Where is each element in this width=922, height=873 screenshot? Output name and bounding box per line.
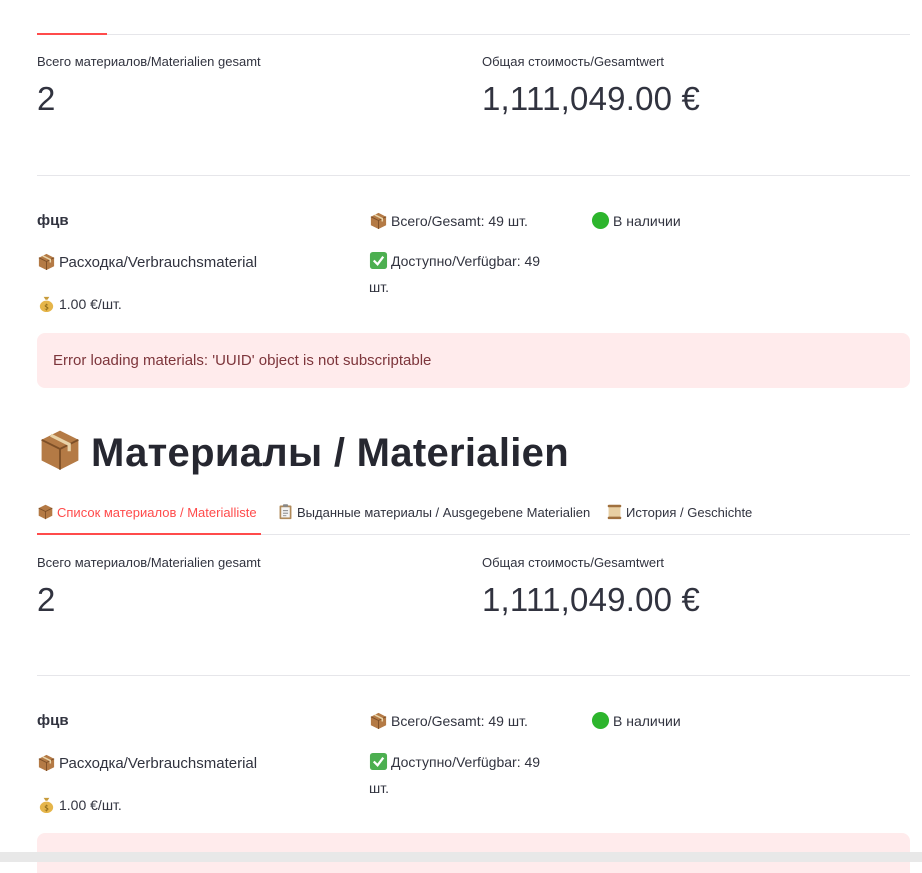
clipboard-icon [277,503,294,520]
package-icon [37,753,56,772]
metric-cost-label: Общая стоимость/Gesamtwert [482,54,665,69]
material-name: фцв [37,712,69,729]
svg-text:$: $ [44,804,49,813]
horizontal-scrollbar[interactable] [0,852,922,862]
package-icon [37,252,56,271]
material-status: В наличии [591,711,681,730]
error-message: Error loading materials: 'UUID' object i… [53,352,432,369]
page-title: Материалы / Materialien [37,426,569,476]
error-alert: Error loading materials: 'UUID' object i… [37,333,910,388]
material-total: Всего/Gesamt: 49 шт. [369,211,528,230]
material-category: Расходка/Verbrauchsmaterial [37,252,257,271]
material-price: $1.00 €/шт. [37,294,122,313]
check-mark-icon [369,752,388,771]
tab-divider [37,34,910,35]
metric-cost-value: 1,111,049.00 € [482,80,701,117]
money-bag-icon: $ [37,294,56,313]
green-circle-icon [591,211,610,230]
active-tab-underline [37,533,261,535]
material-category: Расходка/Verbrauchsmaterial [37,753,257,772]
tab-issued-materials[interactable]: Выданные материалы / Ausgegebene Materia… [277,503,590,520]
green-circle-icon [591,711,610,730]
package-icon [37,426,83,472]
svg-text:$: $ [44,303,49,312]
metric-cost-value: 1,111,049.00 € [482,581,701,618]
package-icon [369,211,388,230]
metric-total-label: Всего материалов/Materialien gesamt [37,555,261,570]
material-price: $1.00 €/шт. [37,795,122,814]
material-available: Доступно/Verfügbar: 49 шт. [369,752,541,796]
material-name: фцв [37,212,69,229]
metric-total-label: Всего материалов/Materialien gesamt [37,54,261,69]
material-available: Доступно/Verfügbar: 49 шт. [369,251,541,295]
package-icon [37,503,54,520]
section-divider [37,175,910,176]
money-bag-icon: $ [37,795,56,814]
active-tab-underline [37,33,107,35]
metric-total-value: 2 [37,581,56,618]
tab-history[interactable]: История / Geschichte [606,503,752,520]
metric-total-value: 2 [37,80,56,117]
scroll-icon [606,503,623,520]
material-total: Всего/Gesamt: 49 шт. [369,711,528,730]
material-status: В наличии [591,211,681,230]
package-icon [369,711,388,730]
metric-cost-label: Общая стоимость/Gesamtwert [482,555,665,570]
tab-material-list[interactable]: Список материалов / Materialliste [37,503,257,520]
section-divider [37,675,910,676]
check-mark-icon [369,251,388,270]
